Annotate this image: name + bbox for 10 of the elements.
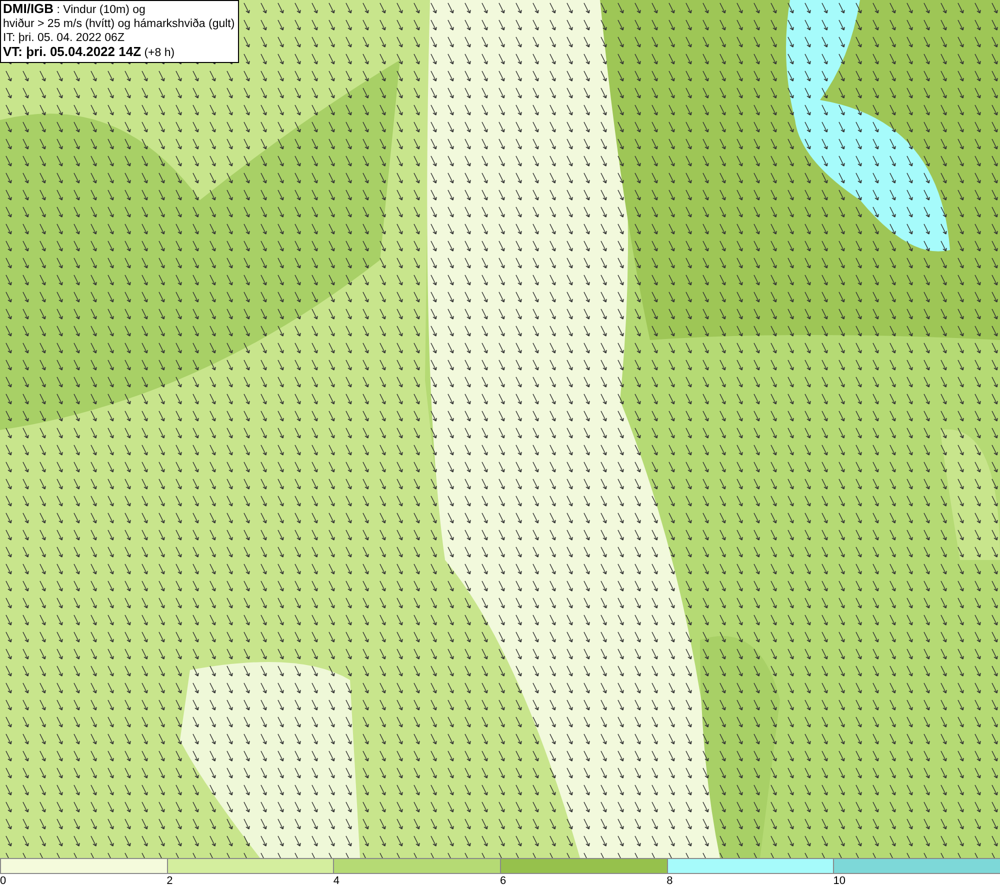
legend-tick-label: 0 xyxy=(0,875,6,887)
legend-tick-label: 6 xyxy=(500,875,506,887)
title-line: hviður > 25 m/s (hvítt) og hámarkshviða (gult) xyxy=(3,17,235,31)
title-line: VT: þri. 05.04.2022 14Z (+8 h) xyxy=(3,45,176,60)
title-line: IT: þri. 05. 04. 2022 06Z xyxy=(3,31,126,45)
legend-tick-label: 2 xyxy=(166,875,173,887)
legend-tick-label: 8 xyxy=(666,875,673,887)
legend-tick-label: 4 xyxy=(333,875,340,887)
title-line: DMI/IGB : Vindur (10m) og xyxy=(3,2,146,17)
legend-tick-label: 10 xyxy=(833,875,846,887)
